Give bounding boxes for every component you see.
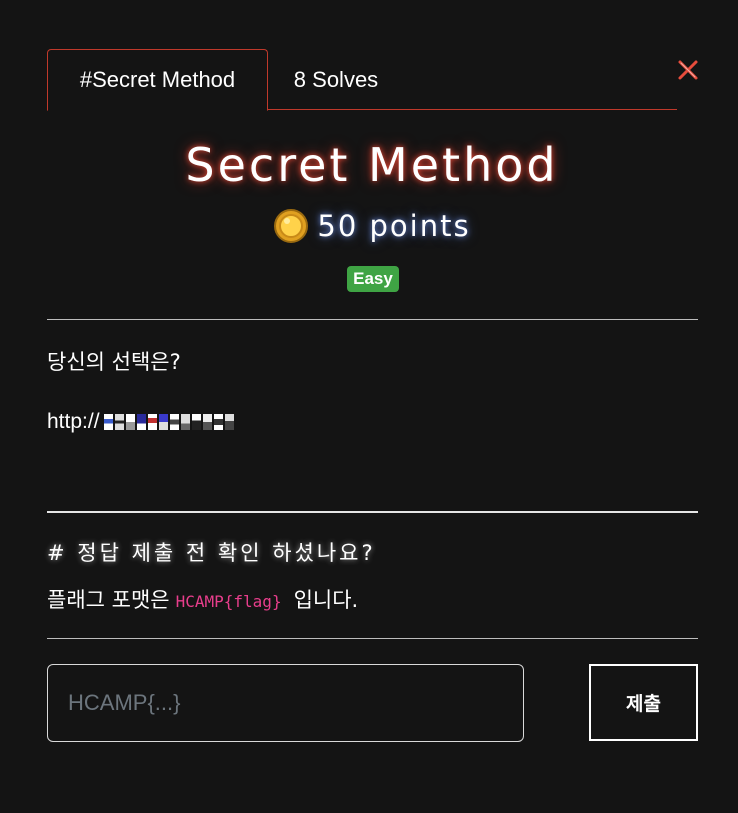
tab-solves[interactable]: 8 Solves <box>271 49 401 111</box>
divider <box>47 319 698 320</box>
notice-prefix: 플래그 포맷은 <box>47 588 170 612</box>
tab-challenge-label: #Secret Method <box>79 67 236 92</box>
challenge-points: 50 points <box>0 208 738 244</box>
divider <box>47 638 698 639</box>
redacted-address <box>103 413 236 431</box>
flag-format-notice: 플래그 포맷은 HCAMP{flag} 입니다. <box>47 584 358 614</box>
notice-heading: # 정답 제출 전 확인 하셨나요? <box>47 541 376 565</box>
tab-solves-label: 8 Solves <box>293 67 379 92</box>
points-label: 50 points <box>317 209 471 243</box>
url-prefix: http:// <box>47 410 100 433</box>
notice-suffix: 입니다. <box>293 588 359 612</box>
challenge-description: 당신의 선택은? <box>47 350 181 374</box>
submit-button[interactable]: 제출 <box>589 664 698 741</box>
flag-format-code: HCAMP{flag} <box>175 592 282 611</box>
challenge-url[interactable]: http:// <box>47 410 236 434</box>
challenge-tabs: #Secret Method 8 Solves <box>47 49 677 111</box>
coin-icon <box>274 209 309 243</box>
flag-input[interactable] <box>47 664 524 742</box>
close-button[interactable] <box>676 58 700 82</box>
difficulty-badge: Easy <box>347 266 399 292</box>
challenge-modal: #Secret Method 8 Solves Secret Method 50… <box>0 0 738 813</box>
divider <box>47 511 698 513</box>
challenge-title: Secret Method <box>185 138 559 192</box>
tab-challenge[interactable]: #Secret Method <box>47 49 268 111</box>
close-icon <box>678 60 698 80</box>
